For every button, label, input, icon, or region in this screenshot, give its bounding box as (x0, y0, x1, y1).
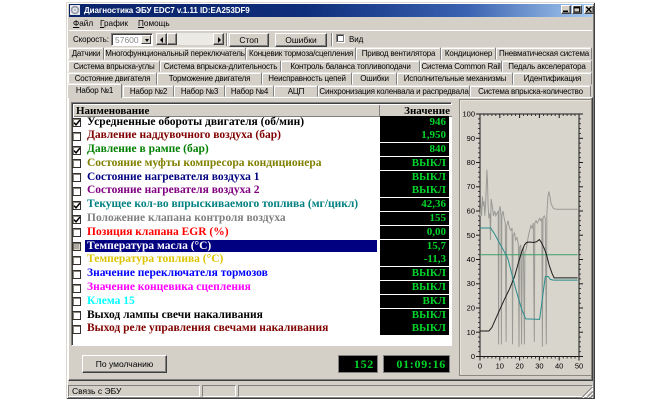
svg-text:100: 100 (462, 110, 475, 119)
svg-text:0: 0 (471, 352, 475, 361)
svg-text:0: 0 (478, 362, 482, 371)
svg-text:50: 50 (575, 362, 583, 371)
svg-text:10: 10 (496, 362, 504, 371)
svg-text:20: 20 (515, 362, 523, 371)
svg-text:10: 10 (467, 328, 475, 337)
svg-text:20: 20 (467, 304, 475, 313)
svg-text:50: 50 (467, 231, 475, 240)
svg-text:80: 80 (467, 158, 475, 167)
svg-text:40: 40 (555, 362, 563, 371)
svg-text:30: 30 (467, 279, 475, 288)
svg-text:60: 60 (467, 207, 475, 216)
svg-text:30: 30 (535, 362, 543, 371)
svg-text:70: 70 (467, 182, 475, 191)
svg-text:40: 40 (467, 255, 475, 264)
svg-text:90: 90 (467, 134, 475, 143)
